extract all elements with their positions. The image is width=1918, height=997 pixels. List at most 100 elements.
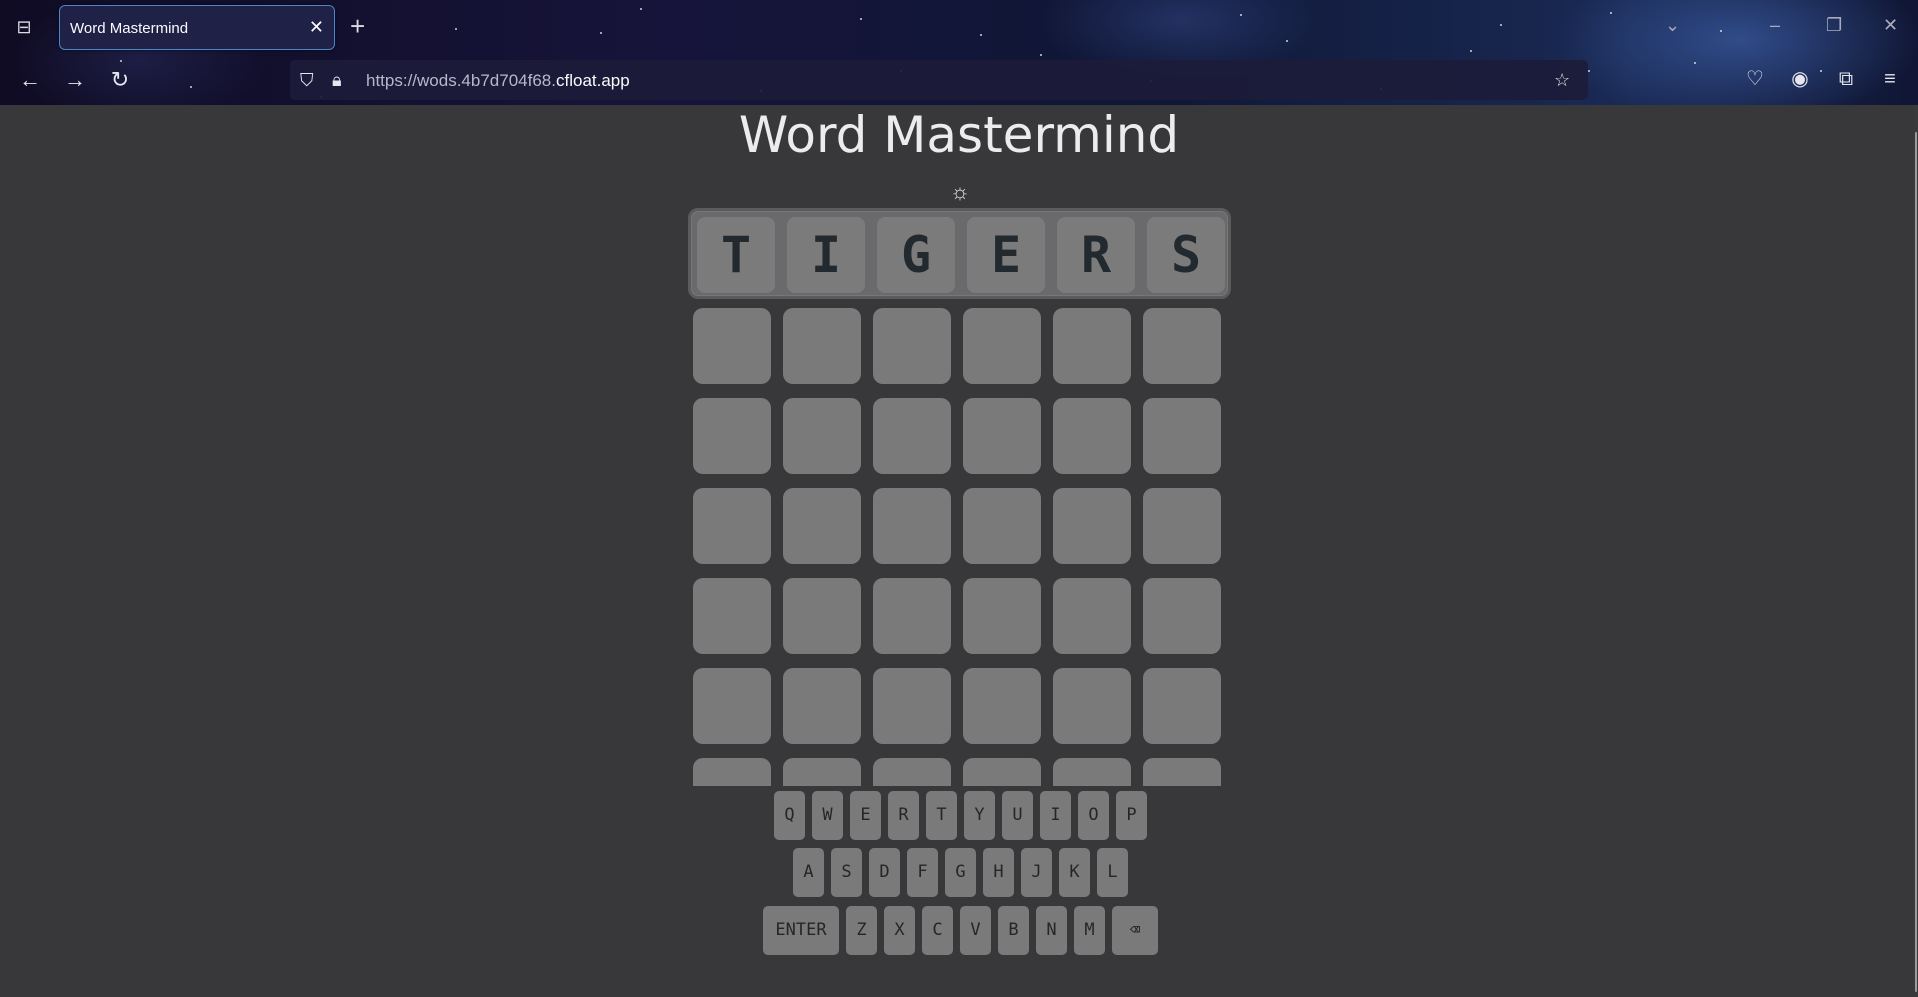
url-text[interactable]: https://wods.4b7d704f68.cfloat.app [366,71,630,91]
key-q[interactable]: Q [774,791,805,840]
target-letter-tile: R [1057,217,1135,293]
board-tile [693,578,771,654]
target-letter-tile: T [697,217,775,293]
board-tile [693,398,771,474]
board-tile [1053,488,1131,564]
board-tile [963,308,1041,384]
board-tile [873,578,951,654]
key-l[interactable]: L [1097,848,1128,897]
sun-icon[interactable]: ☼ [947,179,973,205]
key-v[interactable]: V [960,906,991,955]
target-word-row: TIGERS [688,208,1231,299]
key-s[interactable]: S [831,848,862,897]
key-i[interactable]: I [1040,791,1071,840]
key-j[interactable]: J [1021,848,1052,897]
extensions-icon[interactable]: ⧉ [1832,66,1860,92]
key-t[interactable]: T [926,791,957,840]
board-tile [963,398,1041,474]
key-u[interactable]: U [1002,791,1033,840]
key-y[interactable]: Y [964,791,995,840]
pocket-icon[interactable]: ♡ [1741,66,1769,92]
account-icon[interactable]: ◉ [1786,66,1814,92]
guess-board [693,308,1223,786]
url-domain: cfloat.app [555,71,630,90]
board-tile [1053,758,1131,786]
board-tile [1053,668,1131,744]
close-tab-icon[interactable]: ✕ [309,17,324,37]
key-b[interactable]: B [998,906,1029,955]
board-tile [873,488,951,564]
key-k[interactable]: K [1059,848,1090,897]
navigation-bar: ← → ↻ ⛉ 🔒︎ https://wods.4b7d704f68.cfloa… [0,54,1918,105]
board-tile [1143,488,1221,564]
key-g[interactable]: G [945,848,976,897]
board-tile [1143,308,1221,384]
back-icon[interactable]: ← [16,66,44,94]
target-letter-tile: I [787,217,865,293]
key-c[interactable]: C [922,906,953,955]
list-all-tabs-icon[interactable]: ⌄ [1665,13,1680,37]
key-e[interactable]: E [850,791,881,840]
shield-icon[interactable]: ⛉ [300,68,314,92]
board-tile [693,668,771,744]
board-tile [783,578,861,654]
active-tab[interactable]: Word Mastermind ✕ [59,5,335,50]
board-tile [693,308,771,384]
key-m[interactable]: M [1074,906,1105,955]
board-tile [1143,578,1221,654]
board-tile [963,488,1041,564]
reload-icon[interactable]: ↻ [106,66,134,94]
key-z[interactable]: Z [846,906,877,955]
menu-icon[interactable]: ≡ [1876,66,1904,92]
board-tile [873,398,951,474]
board-tile [1143,398,1221,474]
forward-icon[interactable]: → [61,66,89,94]
board-tile [873,668,951,744]
board-tile [873,308,951,384]
url-prefix: https://wods.4b7d704f68. [366,71,556,90]
board-tile [963,668,1041,744]
board-tile [783,758,861,786]
tab-list-icon[interactable]: ⊟ [13,16,35,38]
key-a[interactable]: A [793,848,824,897]
key-r[interactable]: R [888,791,919,840]
target-letter-tile: E [967,217,1045,293]
close-window-icon[interactable]: ✕ [1883,13,1898,37]
board-tile [1053,578,1131,654]
board-tile [783,488,861,564]
lock-icon[interactable]: 🔒︎ [332,68,342,92]
board-tile [873,758,951,786]
board-tile [783,668,861,744]
board-tile [783,398,861,474]
board-tile [963,758,1041,786]
page-title: Word Mastermind [738,106,1180,164]
key-o[interactable]: O [1078,791,1109,840]
board-tile [783,308,861,384]
backspace-key[interactable]: ⌫ [1112,906,1158,955]
board-tile [1143,668,1221,744]
bookmark-star-icon[interactable]: ☆ [1554,68,1570,92]
key-n[interactable]: N [1036,906,1067,955]
enter-key[interactable]: ENTER [763,906,839,955]
address-bar[interactable]: ⛉ 🔒︎ https://wods.4b7d704f68.cfloat.app … [290,60,1588,100]
scrollbar-thumb[interactable] [1915,132,1917,992]
key-f[interactable]: F [907,848,938,897]
board-tile [963,578,1041,654]
key-w[interactable]: W [812,791,843,840]
minimize-icon[interactable]: – [1770,13,1780,37]
board-tile [693,758,771,786]
target-letter-tile: S [1147,217,1225,293]
board-tile [693,488,771,564]
restore-icon[interactable]: ❐ [1826,13,1842,37]
board-tile [1053,308,1131,384]
key-x[interactable]: X [884,906,915,955]
browser-chrome: ⊟ Word Mastermind ✕ + ⌄ – ❐ ✕ ← → ↻ ⛉ 🔒︎… [0,0,1918,105]
new-tab-icon[interactable]: + [350,11,365,41]
key-h[interactable]: H [983,848,1014,897]
board-tile [1143,758,1221,786]
tab-title: Word Mastermind [70,20,189,37]
target-letter-tile: G [877,217,955,293]
tab-bar: ⊟ Word Mastermind ✕ + ⌄ – ❐ ✕ [0,0,1918,54]
key-p[interactable]: P [1116,791,1147,840]
key-d[interactable]: D [869,848,900,897]
